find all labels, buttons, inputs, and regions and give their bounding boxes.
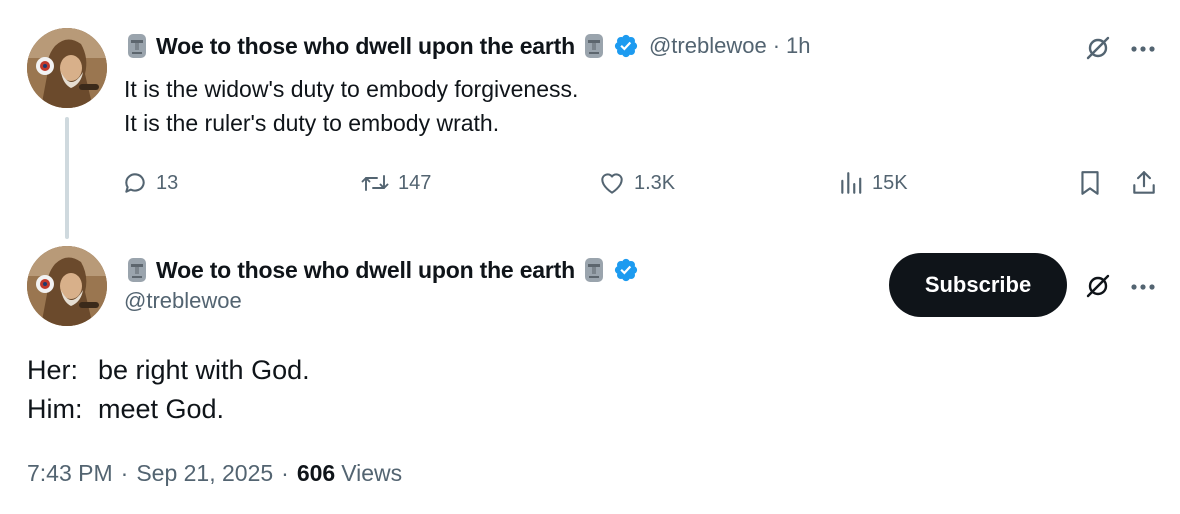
- share-button[interactable]: [1131, 166, 1157, 200]
- post-time[interactable]: 7:43 PM: [27, 460, 113, 487]
- avatar[interactable]: [27, 246, 107, 326]
- main-tweet-text: Her: be right with God. Him: meet God.: [27, 351, 310, 429]
- like-icon: [598, 170, 626, 196]
- moai-icon: [581, 256, 607, 284]
- share-icon: [1131, 169, 1157, 197]
- tweet-meta: 7:43 PM · Sep 21, 2025 · 606 Views: [27, 460, 402, 487]
- more-icon[interactable]: [1128, 36, 1158, 62]
- repost-icon: [360, 170, 390, 196]
- bookmark-icon: [1077, 169, 1103, 197]
- author-handle[interactable]: @treblewoe: [124, 288, 242, 314]
- reply-button[interactable]: 13: [122, 166, 178, 200]
- post-date[interactable]: Sep 21, 2025: [136, 460, 273, 487]
- separator-dot: ·: [120, 460, 129, 486]
- separator-dot: ·: [772, 33, 781, 58]
- author-name[interactable]: Woe to those who dwell upon the earth: [156, 257, 575, 284]
- tweet-line: Her: be right with God.: [27, 351, 310, 390]
- tweet-line: It is the ruler's duty to embody wrath.: [124, 110, 500, 136]
- views-icon: [838, 170, 864, 196]
- views-button[interactable]: 15K: [838, 166, 908, 200]
- separator-dot: ·: [281, 460, 289, 486]
- main-tweet-header: Woe to those who dwell upon the earth: [124, 254, 639, 286]
- verified-badge-icon[interactable]: [613, 257, 639, 283]
- verified-badge-icon[interactable]: [613, 33, 639, 59]
- tweet-line: It is the widow's duty to embody forgive…: [124, 76, 579, 102]
- view-count: 15K: [872, 171, 908, 194]
- speaker-text: be right with God.: [98, 355, 310, 385]
- moai-icon: [581, 32, 607, 60]
- reply-count: 13: [156, 171, 179, 194]
- reply-to-header: Woe to those who dwell upon the earth @t…: [124, 30, 811, 62]
- speaker-text: meet God.: [98, 394, 225, 424]
- reply-icon: [122, 170, 148, 196]
- more-icon[interactable]: [1128, 274, 1158, 300]
- moai-icon: [124, 256, 150, 284]
- speaker-label: Him:: [27, 394, 83, 424]
- reply-to-text: It is the widow's duty to embody forgive…: [124, 72, 578, 140]
- like-button[interactable]: 1.3K: [598, 166, 675, 200]
- action-bar: 13 147 1.3K 15K: [120, 166, 1160, 200]
- bookmark-button[interactable]: [1077, 166, 1103, 200]
- like-count: 1.3K: [634, 171, 676, 194]
- views-count: 606: [296, 460, 336, 486]
- speaker-label: Her:: [27, 355, 79, 385]
- grok-icon[interactable]: [1083, 271, 1113, 301]
- subscribe-button[interactable]: Subscribe: [889, 253, 1067, 317]
- repost-count: 147: [398, 171, 432, 194]
- author-handle[interactable]: @treblewoe: [649, 33, 767, 59]
- tweet-line: Him: meet God.: [27, 390, 310, 429]
- views-label: Views: [341, 460, 403, 486]
- avatar[interactable]: [27, 28, 107, 108]
- repost-button[interactable]: 147: [360, 166, 431, 200]
- thread-connector: [65, 117, 69, 239]
- author-name[interactable]: Woe to those who dwell upon the earth: [156, 33, 575, 60]
- grok-icon[interactable]: [1083, 33, 1113, 63]
- timestamp[interactable]: 1h: [786, 33, 810, 59]
- moai-icon: [124, 32, 150, 60]
